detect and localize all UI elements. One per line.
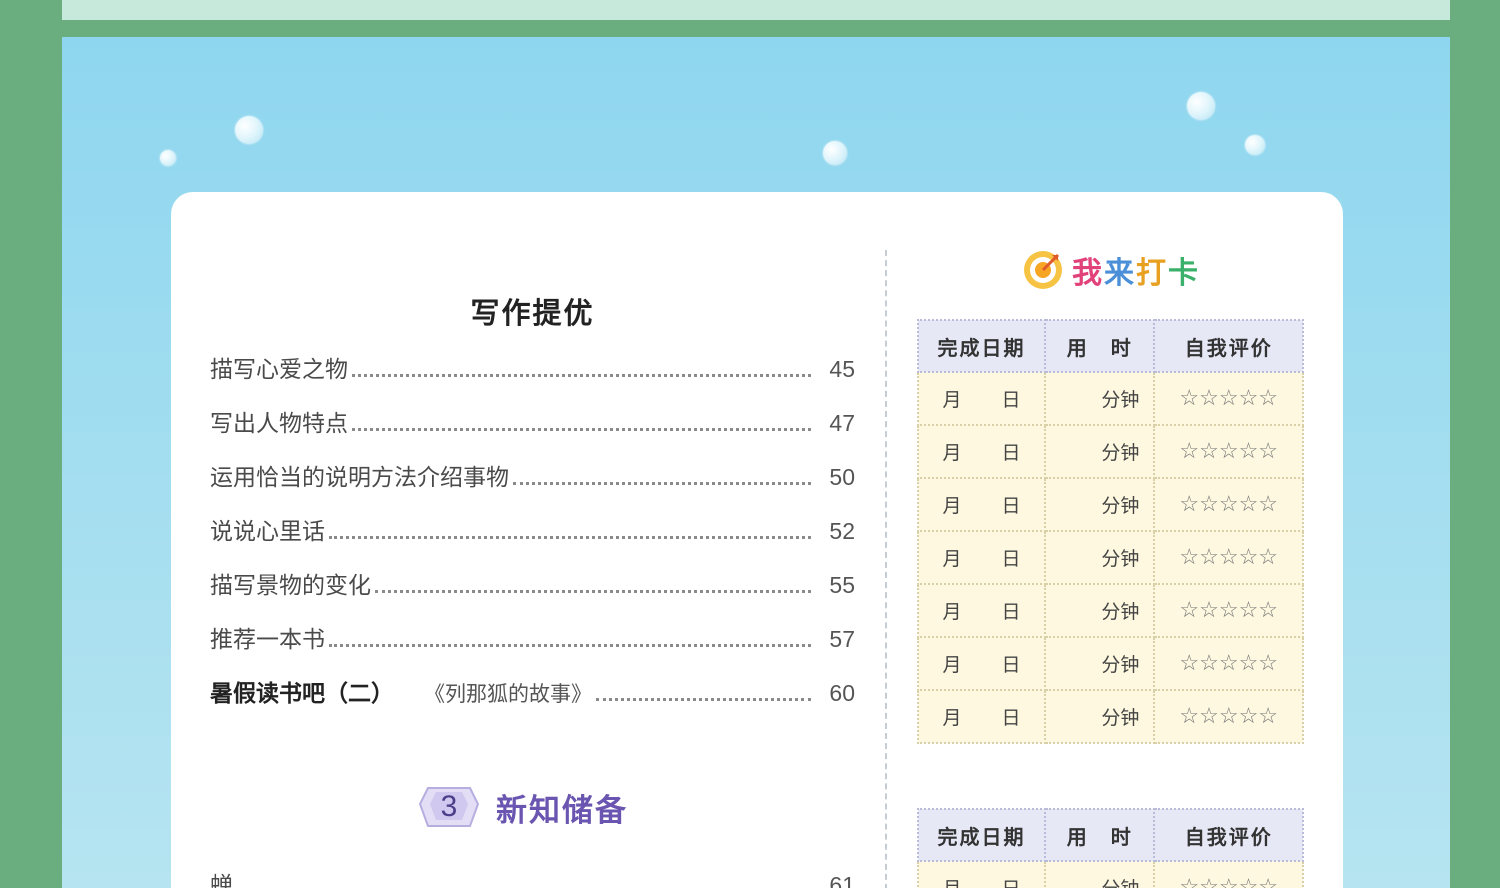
date-cell[interactable]: 月 日 <box>916 636 1047 691</box>
toc-entry-page: 55 <box>829 572 855 598</box>
table-of-contents: 写作提优 描写心爱之物 45 写出人物特点 47 运用恰当的说明方法介绍事物 5… <box>210 290 855 728</box>
time-cell[interactable]: 分钟 <box>1044 424 1156 479</box>
toc-entry-subtitle: 《列那狐的故事》 <box>424 682 592 706</box>
bubble-decoration <box>235 116 263 144</box>
bubble-decoration <box>1245 135 1265 155</box>
dot-leader <box>513 482 811 485</box>
toc-entry-label: 蝉 <box>210 873 233 888</box>
date-cell[interactable]: 月 日 <box>916 689 1047 744</box>
table-row: 月 日 分钟 ☆☆☆☆☆ <box>916 371 1304 426</box>
dot-leader <box>352 428 811 431</box>
dot-leader <box>352 374 811 377</box>
rating-stars[interactable]: ☆☆☆☆☆ <box>1153 530 1304 585</box>
date-cell[interactable]: 月 日 <box>916 424 1047 479</box>
time-cell[interactable]: 分钟 <box>1044 583 1156 638</box>
toc-entry[interactable]: 写出人物特点 47 <box>210 404 855 458</box>
toc-entry[interactable]: 描写心爱之物 45 <box>210 350 855 404</box>
checkin-title: 我来打卡 <box>1072 256 1200 291</box>
time-cell[interactable]: 分钟 <box>1044 530 1156 585</box>
toc-entry-page: 50 <box>829 464 855 490</box>
checkin-table: 完成日期 用 时 自我评价 月 日 分钟 ☆☆☆☆☆ 月 日 分钟 ☆☆☆☆☆ … <box>916 319 1304 744</box>
time-cell[interactable]: 分钟 <box>1044 477 1156 532</box>
top-decorative-strip <box>62 0 1450 20</box>
rating-stars[interactable]: ☆☆☆☆☆ <box>1153 371 1304 426</box>
dot-leader <box>329 536 811 539</box>
table-row: 月 日 分钟 ☆☆☆☆☆ <box>916 860 1304 888</box>
unit-number: 3 <box>440 790 458 823</box>
dot-leader <box>596 698 811 701</box>
toc-entry-label: 运用恰当的说明方法介绍事物 <box>210 465 509 491</box>
table-row: 月 日 分钟 ☆☆☆☆☆ <box>916 689 1304 744</box>
unit-heading: 3 新知储备 <box>418 782 628 832</box>
header-time: 用 时 <box>1044 319 1156 373</box>
table-row: 月 日 分钟 ☆☆☆☆☆ <box>916 583 1304 638</box>
toc-entry[interactable]: 描写景物的变化 55 <box>210 566 855 620</box>
toc-entry-label: 推荐一本书 <box>210 627 325 653</box>
time-cell[interactable]: 分钟 <box>1044 689 1156 744</box>
toc-entry[interactable]: 暑假读书吧（二） 《列那狐的故事》 60 <box>210 674 855 728</box>
bubble-decoration <box>1187 92 1215 120</box>
target-icon <box>1024 251 1062 289</box>
toc-entry-label: 写出人物特点 <box>210 411 348 437</box>
dot-leader <box>375 590 811 593</box>
column-divider <box>885 250 887 888</box>
toc-entry[interactable]: 运用恰当的说明方法介绍事物 50 <box>210 458 855 512</box>
date-cell[interactable]: 月 日 <box>916 477 1047 532</box>
date-cell[interactable]: 月 日 <box>916 583 1047 638</box>
time-cell[interactable]: 分钟 <box>1044 636 1156 691</box>
toc-entry-label: 描写心爱之物 <box>210 357 348 383</box>
toc-entry[interactable]: 说说心里话 52 <box>210 512 855 566</box>
table-header-row: 完成日期 用 时 自我评价 <box>916 808 1304 862</box>
rating-stars[interactable]: ☆☆☆☆☆ <box>1153 424 1304 479</box>
toc-entry-page: 47 <box>829 410 855 436</box>
unit-badge: 3 <box>418 784 480 830</box>
toc-entry-page: 45 <box>829 356 855 382</box>
table-row: 月 日 分钟 ☆☆☆☆☆ <box>916 530 1304 585</box>
toc-entry-label: 暑假读书吧（二） <box>210 681 394 707</box>
bubble-decoration <box>823 141 847 165</box>
header-rating: 自我评价 <box>1153 319 1304 373</box>
rating-stars[interactable]: ☆☆☆☆☆ <box>1153 477 1304 532</box>
header-time: 用 时 <box>1044 808 1156 862</box>
toc-entry-label: 描写景物的变化 <box>210 573 371 599</box>
section-title: 写作提优 <box>470 296 595 330</box>
unit-title: 新知储备 <box>496 792 628 829</box>
table-row: 月 日 分钟 ☆☆☆☆☆ <box>916 636 1304 691</box>
header-date: 完成日期 <box>916 319 1047 373</box>
time-cell[interactable]: 分钟 <box>1044 371 1156 426</box>
toc-entry-label: 说说心里话 <box>210 519 325 545</box>
toc-entry[interactable]: 蝉 61 <box>210 866 855 888</box>
toc-entry-page: 52 <box>829 518 855 544</box>
header-date: 完成日期 <box>916 808 1047 862</box>
table-header-row: 完成日期 用 时 自我评价 <box>916 319 1304 373</box>
bubble-decoration <box>160 150 176 166</box>
header-rating: 自我评价 <box>1153 808 1304 862</box>
dot-leader <box>329 644 811 647</box>
time-cell[interactable]: 分钟 <box>1044 860 1156 888</box>
rating-stars[interactable]: ☆☆☆☆☆ <box>1153 689 1304 744</box>
rating-stars[interactable]: ☆☆☆☆☆ <box>1153 860 1304 888</box>
checkin-header: 我来打卡 <box>1022 248 1200 292</box>
date-cell[interactable]: 月 日 <box>916 371 1047 426</box>
rating-stars[interactable]: ☆☆☆☆☆ <box>1153 636 1304 691</box>
rating-stars[interactable]: ☆☆☆☆☆ <box>1153 583 1304 638</box>
table-row: 月 日 分钟 ☆☆☆☆☆ <box>916 424 1304 479</box>
toc-entry-page: 61 <box>829 872 855 888</box>
date-cell[interactable]: 月 日 <box>916 530 1047 585</box>
toc-entry[interactable]: 推荐一本书 57 <box>210 620 855 674</box>
toc-entry-page: 57 <box>829 626 855 652</box>
toc-entry-page: 60 <box>829 680 855 706</box>
table-row: 月 日 分钟 ☆☆☆☆☆ <box>916 477 1304 532</box>
date-cell[interactable]: 月 日 <box>916 860 1047 888</box>
checkin-table-2: 完成日期 用 时 自我评价 月 日 分钟 ☆☆☆☆☆ <box>916 808 1304 888</box>
